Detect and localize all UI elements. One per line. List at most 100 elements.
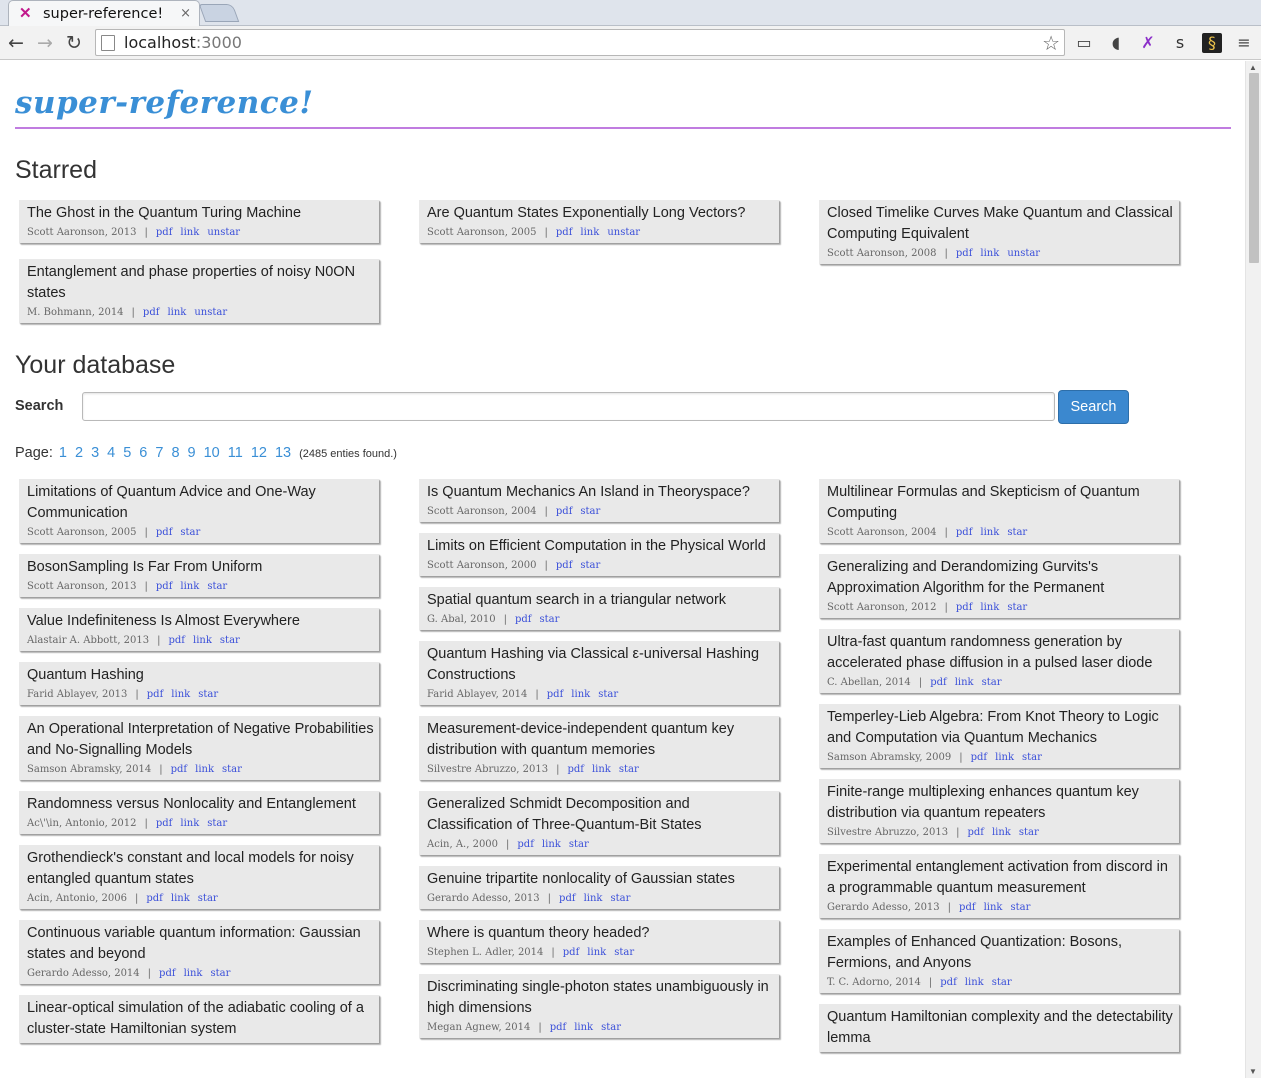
star-link[interactable]: star xyxy=(610,893,630,904)
pdf-link[interactable]: pdf xyxy=(971,752,988,763)
reload-icon[interactable]: ↻ xyxy=(62,31,86,55)
pdf-link[interactable]: pdf xyxy=(517,839,534,850)
link-link[interactable]: link xyxy=(171,689,190,700)
unstar-link[interactable]: unstar xyxy=(207,227,240,238)
star-link[interactable]: star xyxy=(539,614,559,625)
pdf-link[interactable]: pdf xyxy=(159,968,176,979)
pdf-link[interactable]: pdf xyxy=(171,764,188,775)
pdf-link[interactable]: pdf xyxy=(956,602,973,613)
close-icon[interactable]: × xyxy=(180,6,191,21)
pdf-link[interactable]: pdf xyxy=(156,527,173,538)
scroll-thumb[interactable] xyxy=(1249,73,1259,263)
pdf-link[interactable]: pdf xyxy=(556,227,573,238)
bookmark-star-icon[interactable]: ☆ xyxy=(1042,31,1060,55)
pdf-link[interactable]: pdf xyxy=(940,977,957,988)
link-link[interactable]: link xyxy=(193,635,212,646)
pdf-link[interactable]: pdf xyxy=(556,506,573,517)
star-link[interactable]: star xyxy=(207,581,227,592)
pdf-link[interactable]: pdf xyxy=(967,827,984,838)
pdf-link[interactable]: pdf xyxy=(547,689,564,700)
pdf-link[interactable]: pdf xyxy=(156,227,173,238)
link-link[interactable]: link xyxy=(992,827,1011,838)
page-link[interactable]: 8 xyxy=(171,445,179,461)
pdf-link[interactable]: pdf xyxy=(169,635,186,646)
extension-s-icon[interactable]: s xyxy=(1170,33,1190,53)
star-link[interactable]: star xyxy=(601,1022,621,1033)
link-link[interactable]: link xyxy=(980,248,999,259)
link-link[interactable]: link xyxy=(167,307,186,318)
page-link[interactable]: 3 xyxy=(91,445,99,461)
link-link[interactable]: link xyxy=(195,764,214,775)
star-link[interactable]: star xyxy=(210,968,230,979)
link-link[interactable]: link xyxy=(180,227,199,238)
link-link[interactable]: link xyxy=(571,689,590,700)
pdf-link[interactable]: pdf xyxy=(550,1022,567,1033)
link-link[interactable]: link xyxy=(184,968,203,979)
page-link[interactable]: 13 xyxy=(275,445,291,461)
star-link[interactable]: star xyxy=(1007,527,1027,538)
scroll-down-icon[interactable]: ▼ xyxy=(1249,1067,1257,1076)
pdf-link[interactable]: pdf xyxy=(156,581,173,592)
link-link[interactable]: link xyxy=(542,839,561,850)
page-link[interactable]: 12 xyxy=(251,445,267,461)
new-tab-button[interactable] xyxy=(198,4,240,22)
pdf-link[interactable]: pdf xyxy=(959,902,976,913)
star-link[interactable]: star xyxy=(598,689,618,700)
pdf-link[interactable]: pdf xyxy=(559,893,576,904)
star-link[interactable]: star xyxy=(982,677,1002,688)
browser-tab[interactable]: ✕ super-reference! × xyxy=(8,0,200,26)
link-link[interactable]: link xyxy=(980,527,999,538)
scroll-up-icon[interactable]: ▲ xyxy=(1249,63,1257,72)
page-link[interactable]: 11 xyxy=(228,445,243,461)
star-link[interactable]: star xyxy=(992,977,1012,988)
unstar-link[interactable]: unstar xyxy=(194,307,227,318)
pdf-link[interactable]: pdf xyxy=(147,689,164,700)
cast-icon[interactable]: ▭ xyxy=(1074,33,1094,53)
pdf-link[interactable]: pdf xyxy=(156,818,173,829)
star-link[interactable]: star xyxy=(198,689,218,700)
star-link[interactable]: star xyxy=(180,527,200,538)
link-link[interactable]: link xyxy=(574,1022,593,1033)
search-button[interactable]: Search xyxy=(1058,390,1129,424)
star-link[interactable]: star xyxy=(619,764,639,775)
star-link[interactable]: star xyxy=(580,560,600,571)
pdf-link[interactable]: pdf xyxy=(556,560,573,571)
link-link[interactable]: link xyxy=(587,947,606,958)
unstar-link[interactable]: unstar xyxy=(607,227,640,238)
pdf-link[interactable]: pdf xyxy=(930,677,947,688)
page-link[interactable]: 2 xyxy=(75,445,83,461)
audio-icon[interactable]: ◖ xyxy=(1106,33,1126,53)
menu-icon[interactable]: ≡ xyxy=(1234,33,1254,53)
page-link[interactable]: 7 xyxy=(155,445,163,461)
pdf-link[interactable]: pdf xyxy=(146,893,163,904)
star-link[interactable]: star xyxy=(580,506,600,517)
address-bar[interactable]: localhost:3000 ☆ xyxy=(95,29,1065,56)
pdf-link[interactable]: pdf xyxy=(956,527,973,538)
link-link[interactable]: link xyxy=(580,227,599,238)
link-link[interactable]: link xyxy=(180,581,199,592)
page-link[interactable]: 4 xyxy=(107,445,115,461)
link-link[interactable]: link xyxy=(955,677,974,688)
page-link[interactable]: 1 xyxy=(59,445,67,461)
star-link[interactable]: star xyxy=(614,947,634,958)
star-link[interactable]: star xyxy=(1019,827,1039,838)
forward-arrow-icon[interactable]: → xyxy=(33,31,57,55)
page-link[interactable]: 9 xyxy=(188,445,196,461)
pdf-link[interactable]: pdf xyxy=(567,764,584,775)
star-link[interactable]: star xyxy=(222,764,242,775)
unstar-link[interactable]: unstar xyxy=(1007,248,1040,259)
star-link[interactable]: star xyxy=(1007,602,1027,613)
link-link[interactable]: link xyxy=(584,893,603,904)
star-link[interactable]: star xyxy=(569,839,589,850)
link-link[interactable]: link xyxy=(171,893,190,904)
pdf-link[interactable]: pdf xyxy=(563,947,580,958)
link-link[interactable]: link xyxy=(995,752,1014,763)
pdf-link[interactable]: pdf xyxy=(956,248,973,259)
link-link[interactable]: link xyxy=(980,602,999,613)
extension-icon[interactable]: ✗ xyxy=(1138,33,1158,53)
search-input[interactable] xyxy=(82,392,1055,421)
link-link[interactable]: link xyxy=(965,977,984,988)
pdf-link[interactable]: pdf xyxy=(143,307,160,318)
star-link[interactable]: star xyxy=(220,635,240,646)
link-link[interactable]: link xyxy=(180,818,199,829)
